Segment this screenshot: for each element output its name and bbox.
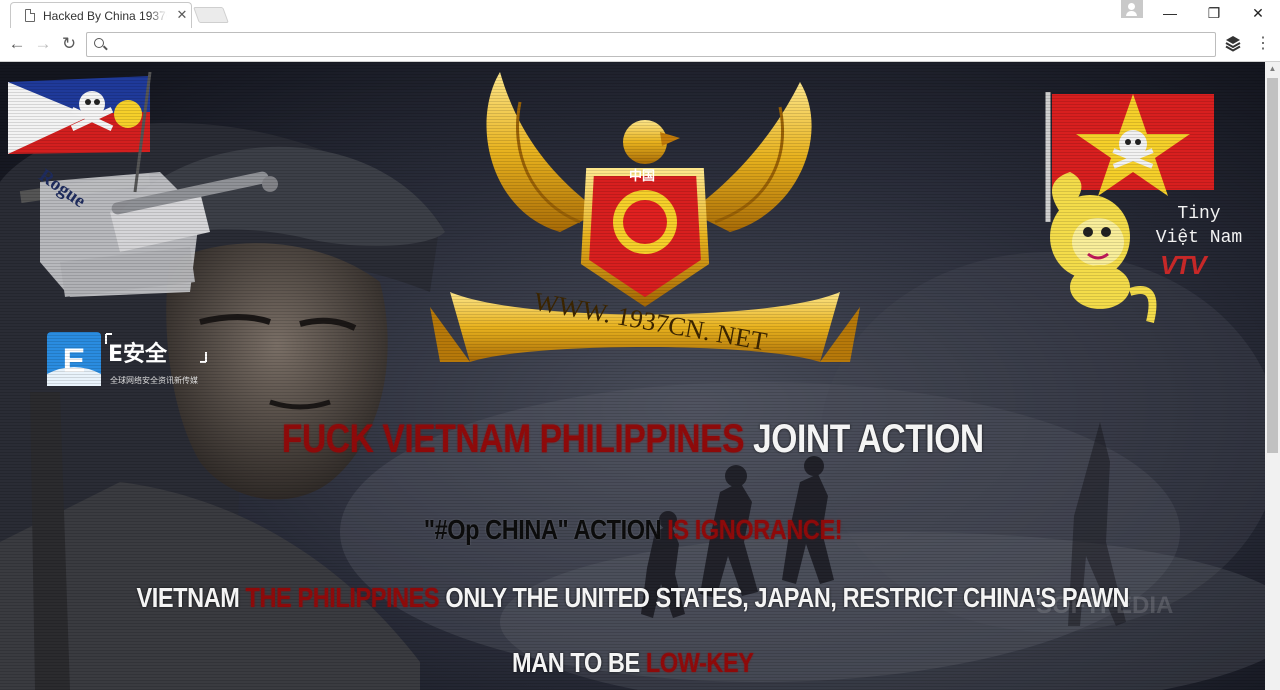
layers-icon[interactable] <box>1224 34 1242 54</box>
eanquan-title: E安全 <box>108 342 168 367</box>
tab-close-icon[interactable]: ✕ <box>174 7 190 23</box>
line4-red: LOW-KEY <box>645 647 754 678</box>
scroll-up-arrow-icon[interactable]: ▲ <box>1265 62 1280 76</box>
tiny-vietnam-label: Tiny Việt Nam <box>1144 202 1254 250</box>
user-icon[interactable] <box>1121 0 1143 18</box>
browser-toolbar: ← → ↻ ⋮ <box>0 28 1280 62</box>
browser-tab[interactable]: Hacked By China 1937CN Team ✕ <box>10 2 192 28</box>
line2-red: IS IGNORANCE! <box>666 514 842 545</box>
message-line-1: FUCK VIETNAM PHILIPPINES JOINT ACTION <box>0 417 1265 462</box>
minimize-button[interactable]: — <box>1148 0 1192 26</box>
message-line-3: VIETNAM THE PHILIPPINES ONLY THE UNITED … <box>0 582 1265 614</box>
scroll-thumb[interactable] <box>1267 78 1278 453</box>
line2-dark: "#Op CHINA" ACTION <box>423 514 667 545</box>
kebab-menu-icon[interactable]: ⋮ <box>1254 33 1272 55</box>
address-bar[interactable] <box>86 32 1216 57</box>
line1-red: FUCK VIETNAM PHILIPPINES <box>281 417 745 461</box>
tiny-vietnam-line1: Tiny <box>1177 204 1221 224</box>
page-icon <box>25 9 35 22</box>
address-input[interactable] <box>111 35 1206 54</box>
defaced-page: E WWW. 1937CN. NET 中国 Rogue E安全 全球网络安全资讯… <box>0 62 1265 690</box>
svg-text:WWW. 1937CN. NET: WWW. 1937CN. NET <box>532 287 769 354</box>
emblem-label: 中国 <box>629 168 655 184</box>
message-line-4: MAN TO BE LOW-KEY <box>0 647 1265 679</box>
search-icon <box>94 38 104 48</box>
reload-button[interactable]: ↻ <box>58 33 80 55</box>
vertical-scrollbar[interactable]: ▲ <box>1265 62 1280 690</box>
restore-button[interactable]: ❐ <box>1192 0 1236 26</box>
vtv-logo: VTV <box>1160 250 1207 280</box>
line4-white: MAN TO BE <box>511 647 646 678</box>
message-line-2: "#Op CHINA" ACTION IS IGNORANCE! <box>0 514 1265 546</box>
line1-white: JOINT ACTION <box>743 417 984 461</box>
logo-banner: WWW. 1937CN. NET <box>532 287 769 354</box>
line3-white-b: ONLY THE UNITED STATES, JAPAN, RESTRICT … <box>438 582 1129 613</box>
title-bar: Hacked By China 1937CN Team ✕ — ❐ ✕ <box>0 0 1280 28</box>
eanquan-subtitle: 全球网络安全资讯新传媒 <box>110 376 198 385</box>
tab-title: Hacked By China 1937CN Team <box>43 9 167 25</box>
back-button[interactable]: ← <box>6 33 28 55</box>
line3-red: THE PHILIPPINES <box>245 582 439 613</box>
svg-text:中国: 中国 <box>629 168 655 184</box>
forward-button[interactable]: → <box>32 33 54 55</box>
new-tab-button[interactable] <box>193 7 229 23</box>
line3-white-a: VIETNAM <box>136 582 246 613</box>
close-button[interactable]: ✕ <box>1236 0 1280 26</box>
tiny-vietnam-line2: Việt Nam <box>1155 228 1243 248</box>
